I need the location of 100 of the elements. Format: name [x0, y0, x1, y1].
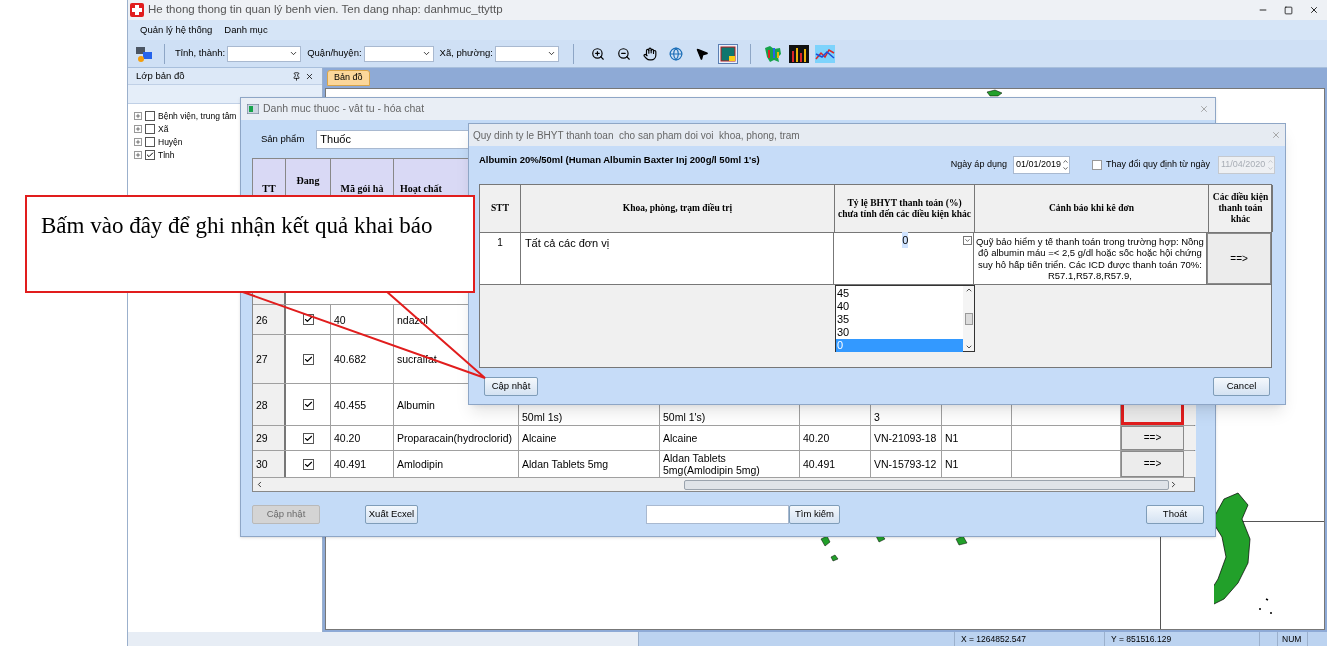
checkbox[interactable] [145, 111, 155, 121]
menu-item[interactable]: Danh mục [224, 22, 268, 38]
y-coordinate: Y = 851516.129 [1104, 632, 1259, 646]
scrollbar-thumb[interactable] [964, 312, 973, 325]
rate-value: 0 [902, 231, 909, 249]
list-option[interactable]: 45 [836, 287, 963, 300]
zoom-out-icon [616, 46, 631, 61]
warning-text: Quỹ bảo hiểm y tế thanh toán trong trường hợp: Nồng độ albumin máu =< 2,5 g/dl hoặc sốc hoặc hội chứng suy hô hấp tiến triển. Các ICD được thanh toán 70%: R57.1,R57.8,R57.9, [975, 235, 1205, 282]
table-cell: 40.20 [331, 426, 394, 450]
expand-icon[interactable] [134, 138, 142, 146]
close-icon[interactable] [1309, 5, 1319, 15]
checkbox[interactable] [302, 353, 314, 365]
check-icon [146, 151, 154, 159]
field-label: Sản phẩm [261, 131, 305, 146]
scroll-left-icon[interactable] [255, 480, 264, 489]
spin-up-icon[interactable] [1061, 158, 1069, 165]
scrollbar-thumb[interactable] [684, 479, 1169, 490]
table-cell: Alcaine [660, 426, 800, 450]
row-header-cell: 27 [253, 335, 286, 383]
dropdown-field[interactable] [227, 45, 302, 62]
date-field[interactable]: 01/01/2019 [1012, 156, 1070, 174]
caret-icon [546, 49, 556, 58]
zoom-in-icon [590, 46, 605, 61]
scroll-right-icon[interactable] [1169, 480, 1178, 489]
details-button[interactable]: ==> [1121, 451, 1184, 477]
column-header: Khoa, phòng, trạm điều trị [622, 203, 733, 214]
check-icon [303, 433, 313, 443]
menu-item[interactable]: Quản lý hệ thống [140, 22, 213, 38]
bar-chart-icon[interactable] [788, 44, 809, 63]
dialog-title: Danh muc thuoc - vât tu - hóa chat [263, 101, 426, 117]
list-option[interactable]: 40 [836, 300, 963, 313]
search-button[interactable]: Tìm kiếm [789, 504, 840, 524]
table-cell: Proparacain(hydroclorid) [394, 426, 519, 450]
table-cell-text: 1 [497, 236, 503, 250]
spin-down-icon[interactable] [1061, 165, 1069, 172]
checkbox[interactable] [302, 314, 314, 325]
row-header-cell: 29 [253, 426, 286, 450]
table-cell: Tất cả các đơn vị [524, 237, 610, 249]
status-panel [1259, 632, 1277, 646]
details-button[interactable]: ==> [1207, 233, 1271, 284]
map-chart-icon[interactable] [762, 44, 783, 63]
table-cell: 40.491 [800, 451, 871, 477]
table-cell: 40.491 [331, 451, 394, 477]
filter-label: Quận/huyện: [307, 46, 362, 61]
row-header-cell: 28 [253, 384, 286, 425]
checkbox[interactable] [1091, 160, 1102, 170]
table-cell: 40 [331, 305, 394, 334]
callout-text: Bấm vào đây để ghi nhận kết quả khai báo [25, 195, 475, 293]
row-header-cell: 30 [253, 451, 286, 477]
check-icon [303, 400, 313, 409]
filter-label: Tỉnh, thành: [175, 46, 226, 61]
list-option[interactable]: 30 [836, 326, 963, 339]
window-title: He thong thong tin quan lý benh vien. Ten dang nhap: danhmuc_ttyttp [148, 2, 504, 18]
field-label: Ngày áp dụng [950, 158, 1007, 172]
update-button[interactable]: Cập nhật [484, 376, 538, 396]
tool-button[interactable] [717, 43, 738, 64]
expand-icon[interactable] [134, 151, 142, 159]
checkbox-label: Thay đổi quy định từ ngày [1105, 158, 1210, 172]
pointer-icon [694, 46, 709, 61]
checkbox[interactable] [302, 399, 314, 410]
dropdown-field[interactable] [363, 45, 434, 62]
filter-label: Xã, phường: [439, 46, 493, 61]
details-button[interactable]: ==> [1121, 426, 1184, 450]
map-tab[interactable]: Bản đồ [327, 70, 370, 86]
expand-icon[interactable] [134, 125, 142, 133]
caret-icon [289, 49, 299, 58]
pin-icon[interactable] [292, 71, 301, 81]
scroll-down-icon[interactable] [964, 343, 973, 351]
column-header: TT [262, 182, 276, 196]
expand-icon[interactable] [134, 112, 142, 120]
table-cell: Aldan Tablets 5mg [519, 451, 660, 477]
checkbox[interactable] [302, 458, 314, 470]
scroll-up-icon[interactable] [964, 286, 973, 294]
line-chart-icon[interactable] [814, 44, 835, 63]
search-field[interactable] [646, 504, 789, 524]
medical-cross-icon [130, 3, 144, 17]
maximize-icon[interactable] [1284, 5, 1293, 15]
date-value: 01/01/2019 [1015, 158, 1061, 172]
checkbox[interactable] [145, 124, 155, 134]
checkbox[interactable] [302, 432, 314, 444]
layer-label: Tỉnh [158, 148, 175, 162]
checkbox[interactable] [145, 150, 155, 160]
layer-label: Huyện [158, 135, 183, 149]
checkbox[interactable] [145, 137, 155, 147]
cancel-button[interactable]: Cancel [1213, 376, 1270, 396]
column-header: Tỷ lệ BHYT thanh toán (%) chưa tính đến các điều kiện khác [838, 197, 971, 220]
export-button[interactable]: Xuất Ecxel [365, 504, 418, 524]
exit-button[interactable]: Thoát [1146, 504, 1204, 524]
table-cell: VN-15793-12 [871, 451, 942, 477]
table-cell: Alcaine [519, 426, 660, 450]
check-icon [303, 459, 313, 469]
panel-title: Lớp bản đồ [136, 68, 186, 83]
table-cell: 40.682 [331, 335, 394, 383]
column-header: Đang [296, 174, 320, 188]
column-header: Mã gói hà [340, 182, 384, 196]
dropdown-field[interactable] [494, 45, 559, 62]
row-header-cell: 26 [253, 305, 286, 334]
list-option[interactable]: 35 [836, 313, 963, 326]
close-icon[interactable] [305, 71, 314, 81]
window-icon [247, 104, 259, 114]
